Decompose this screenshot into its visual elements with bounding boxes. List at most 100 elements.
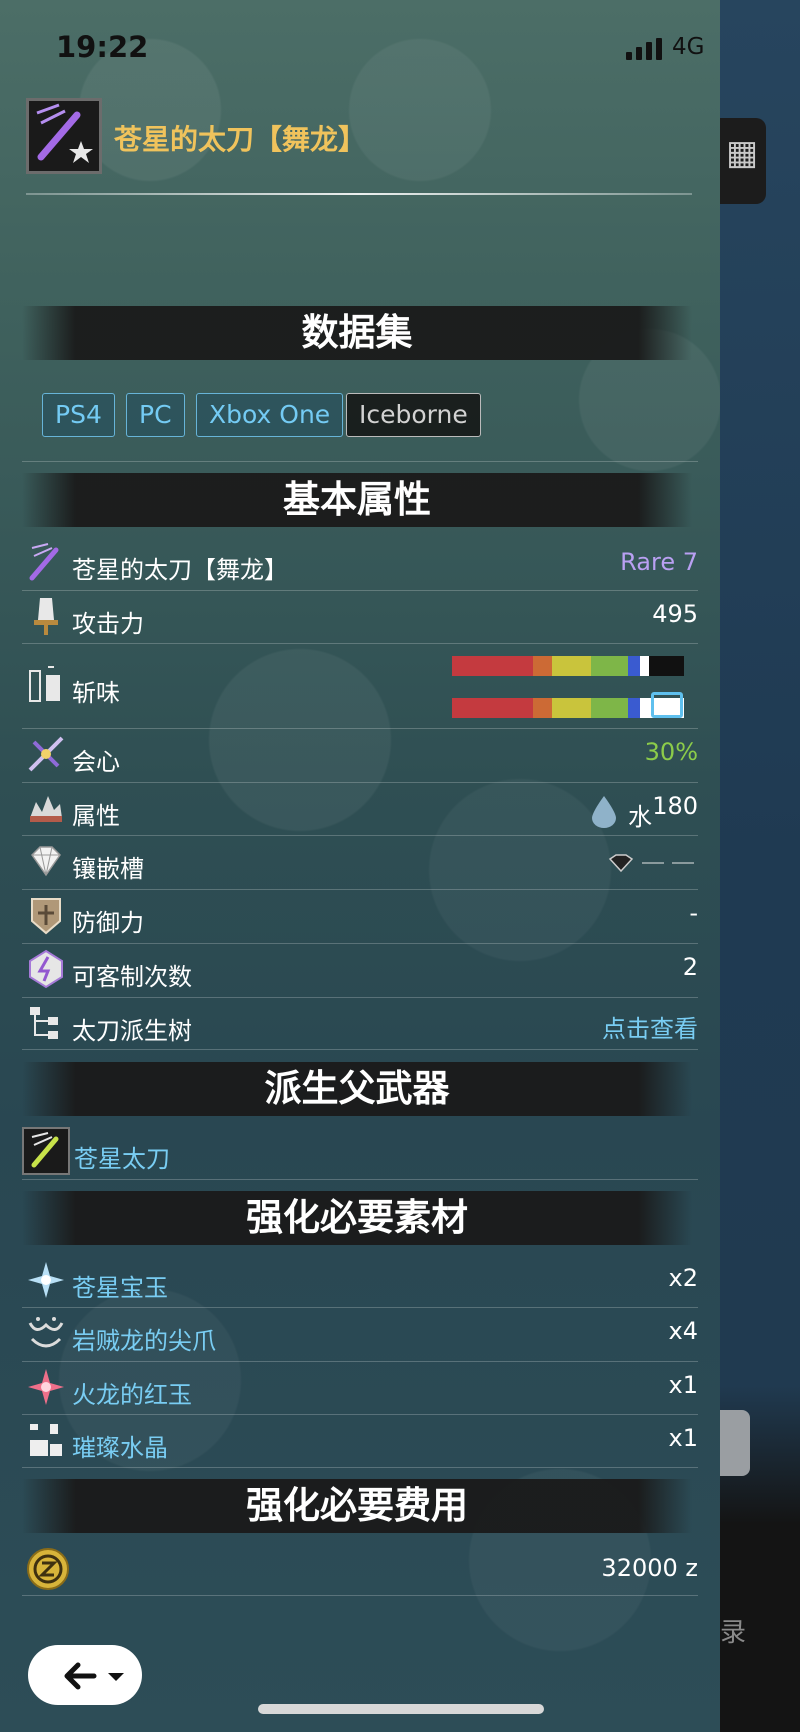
water-drop-icon bbox=[592, 796, 616, 828]
status-time: 19:22 bbox=[56, 30, 149, 64]
attr-row-customize: 可客制次数 2 bbox=[22, 945, 698, 995]
parent-weapon-icon bbox=[22, 1127, 70, 1175]
section-dataset: 数据集 bbox=[22, 306, 692, 360]
background-text: 录 bbox=[720, 1618, 747, 1648]
material-qty: x1 bbox=[668, 1371, 698, 1399]
customize-value: 2 bbox=[682, 953, 698, 981]
divider bbox=[22, 1307, 698, 1308]
sharpness-segment bbox=[551, 656, 592, 676]
divider bbox=[22, 943, 698, 944]
affinity-value: 30% bbox=[644, 738, 698, 766]
attr-row-tree[interactable]: 太刀派生树 点击查看 bbox=[22, 999, 698, 1049]
affinity-label: 会心 bbox=[72, 748, 120, 776]
divider bbox=[22, 728, 698, 729]
cost-row: 32000 z bbox=[22, 1544, 698, 1594]
divider bbox=[22, 889, 698, 890]
ruby-icon bbox=[28, 1369, 64, 1405]
tree-label: 太刀派生树 bbox=[72, 1017, 192, 1045]
weapon-title: 苍星的太刀【舞龙】 bbox=[114, 123, 367, 156]
element-label: 属性 bbox=[72, 802, 120, 830]
defense-value: - bbox=[689, 899, 698, 927]
divider bbox=[22, 1361, 698, 1362]
background-app: ▦ 录 bbox=[720, 0, 800, 1732]
material-qty: x2 bbox=[668, 1264, 698, 1292]
network-type: 4G bbox=[672, 34, 705, 60]
defense-icon bbox=[31, 898, 61, 935]
material-name[interactable]: 璀璨水晶 bbox=[72, 1428, 168, 1463]
divider bbox=[22, 643, 698, 644]
claw-icon bbox=[28, 1317, 64, 1348]
material-row[interactable]: 璀璨水晶 x1 bbox=[22, 1416, 698, 1466]
attr-row-attack: 攻击力 495 bbox=[22, 592, 698, 642]
background-button bbox=[720, 1410, 750, 1476]
sharpness-segment bbox=[452, 698, 534, 718]
divider bbox=[22, 461, 698, 462]
material-row[interactable]: 苍星宝玉 x2 bbox=[22, 1256, 698, 1306]
divider bbox=[22, 1179, 698, 1180]
home-indicator bbox=[258, 1704, 544, 1714]
platform-xbox-button[interactable]: Xbox One bbox=[196, 393, 344, 437]
title-divider bbox=[26, 193, 692, 195]
sharpness-segment bbox=[591, 698, 629, 718]
material-name[interactable]: 苍星宝玉 bbox=[72, 1268, 168, 1303]
material-row[interactable]: 火龙的红玉 x1 bbox=[22, 1363, 698, 1413]
defense-label: 防御力 bbox=[72, 909, 144, 937]
material-row[interactable]: 岩贼龙的尖爪 x4 bbox=[22, 1309, 698, 1359]
divider bbox=[22, 835, 698, 836]
element-icon bbox=[30, 796, 62, 822]
signal-icon bbox=[626, 38, 662, 60]
divider bbox=[22, 1414, 698, 1415]
parent-weapon-link[interactable]: 苍星太刀 bbox=[74, 1139, 170, 1174]
divider bbox=[22, 997, 698, 998]
material-name[interactable]: 岩贼龙的尖爪 bbox=[72, 1321, 216, 1356]
material-qty: x1 bbox=[668, 1424, 698, 1452]
sharpness-bar-base bbox=[452, 656, 684, 676]
attack-value: 495 bbox=[652, 600, 698, 628]
attr-row-slots: 镶嵌槽 bbox=[22, 837, 698, 887]
attr-row-affinity: 会心 30% bbox=[22, 730, 698, 780]
qr-code-icon: ▦ bbox=[726, 133, 759, 173]
customize-label: 可客制次数 bbox=[72, 963, 192, 991]
tree-view-link[interactable]: 点击查看 bbox=[602, 1009, 698, 1044]
attr-row-element: 属性 水 180 bbox=[22, 784, 698, 834]
material-name[interactable]: 火龙的红玉 bbox=[72, 1375, 192, 1410]
material-qty: x4 bbox=[668, 1317, 698, 1345]
attack-icon bbox=[34, 598, 58, 635]
gem-icon bbox=[28, 1262, 64, 1298]
cost-value: 32000 z bbox=[601, 1554, 698, 1582]
decoration-slot-icon bbox=[31, 846, 61, 877]
divider bbox=[22, 1467, 698, 1468]
long-sword-icon bbox=[26, 98, 102, 174]
attack-label: 攻击力 bbox=[72, 610, 144, 638]
section-parent: 派生父武器 bbox=[22, 1062, 692, 1116]
parent-weapon-row[interactable]: 苍星太刀 bbox=[22, 1127, 698, 1177]
element-value: 180 bbox=[652, 792, 698, 820]
tree-icon bbox=[30, 1007, 58, 1039]
section-materials: 强化必要素材 bbox=[22, 1191, 692, 1245]
sharpness-segment bbox=[452, 656, 534, 676]
platform-pc-button[interactable]: PC bbox=[126, 393, 185, 437]
platform-iceborne-button[interactable]: Iceborne bbox=[346, 393, 481, 437]
weapon-detail-panel: 19:22 4G 苍星的太刀【舞龙】 数据集 PS4 PC Xbox One I… bbox=[0, 0, 720, 1732]
affinity-icon bbox=[28, 736, 64, 772]
back-arrow-icon bbox=[64, 1662, 124, 1690]
sharpness-label: 斩味 bbox=[72, 679, 120, 707]
platform-ps4-button[interactable]: PS4 bbox=[42, 393, 115, 437]
slot-indicator bbox=[608, 854, 694, 873]
sharpness-segment bbox=[628, 656, 640, 676]
sharpness-icon bbox=[29, 666, 60, 702]
section-cost: 强化必要费用 bbox=[22, 1479, 692, 1533]
weapon-name-label: 苍星的太刀【舞龙】 bbox=[72, 556, 288, 584]
divider bbox=[22, 590, 698, 591]
qr-scan-button[interactable]: ▦ bbox=[720, 118, 766, 204]
slots-label: 镶嵌槽 bbox=[72, 855, 144, 883]
sharpness-segment bbox=[533, 698, 552, 718]
back-button[interactable] bbox=[28, 1645, 142, 1705]
sharpness-bar-max bbox=[452, 698, 684, 718]
divider bbox=[22, 1595, 698, 1596]
section-basic: 基本属性 bbox=[22, 473, 692, 527]
attr-row-name: 苍星的太刀【舞龙】 Rare 7 bbox=[22, 540, 698, 590]
attr-row-sharpness: 斩味 bbox=[22, 645, 698, 727]
zenny-coin-icon bbox=[27, 1548, 69, 1590]
divider bbox=[22, 782, 698, 783]
